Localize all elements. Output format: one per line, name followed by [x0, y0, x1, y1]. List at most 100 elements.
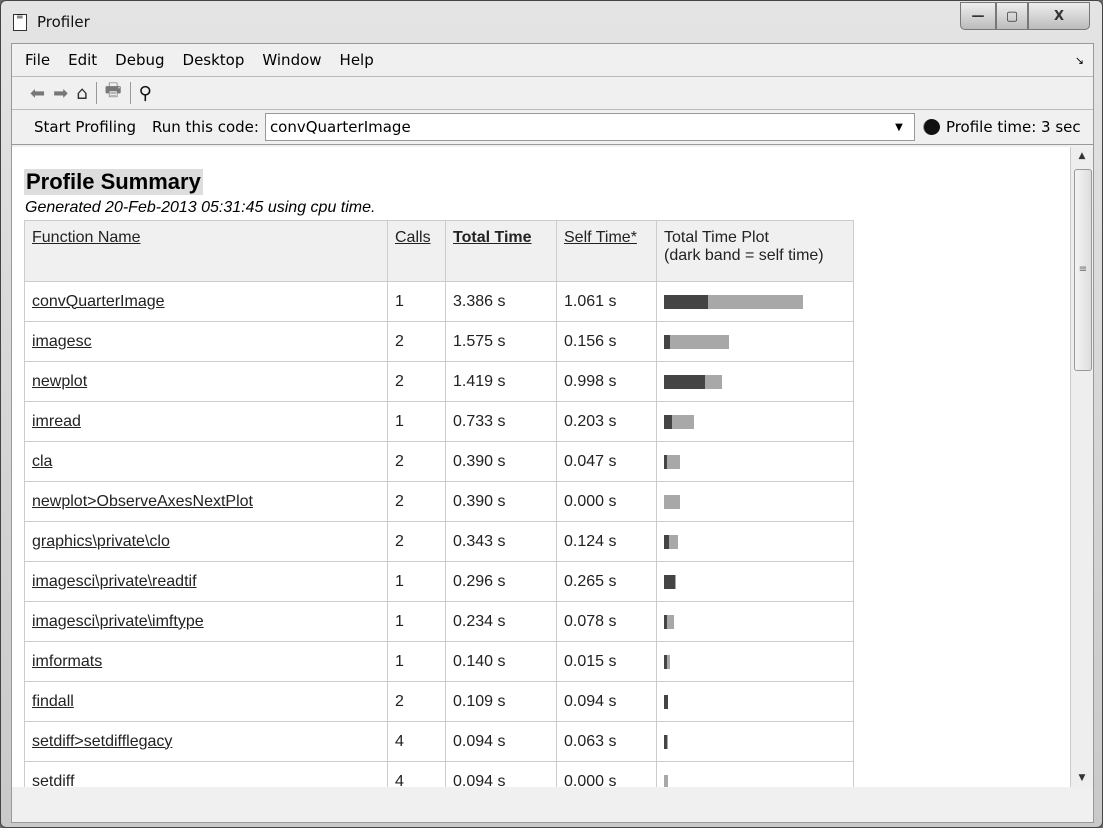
sort-function-name[interactable]: Function Name [32, 229, 141, 246]
self-time-cell: 0.203 s [556, 401, 657, 442]
maximize-button[interactable]: ▢ [996, 2, 1028, 30]
sort-total-time[interactable]: Total Time [453, 229, 532, 246]
table-row: imformats 1 0.140 s 0.015 s [24, 641, 854, 682]
sort-self-time[interactable]: Self Time* [564, 229, 637, 246]
function-link[interactable]: cla [32, 453, 52, 470]
time-bar [664, 774, 846, 787]
time-bar [664, 614, 846, 629]
self-time-cell: 0.000 s [556, 761, 657, 787]
toolbar: ⬅ ➡ ⌂ 🖶 ⚲ [12, 77, 1093, 110]
vertical-scrollbar[interactable]: ▲ ≡ ▼ [1070, 147, 1093, 787]
run-code-input[interactable] [264, 113, 915, 141]
total-time-bar [664, 494, 680, 509]
table-row: setdiff 4 0.094 s 0.000 s [24, 761, 854, 788]
self-time-cell: 0.094 s [556, 681, 657, 722]
menu-edit[interactable]: Edit [59, 51, 106, 69]
calls-cell: 1 [387, 641, 446, 682]
total-time-cell: 0.390 s [445, 441, 557, 482]
undock-icon[interactable]: ↘ [1066, 54, 1093, 67]
menu-help[interactable]: Help [331, 51, 383, 69]
document-icon: ≡ [13, 12, 27, 31]
menu-bar: File Edit Debug Desktop Window Help ↘ [12, 44, 1093, 77]
function-link[interactable]: imread [32, 413, 81, 430]
plot-header: Total Time Plot [664, 229, 769, 246]
function-link[interactable]: newplot>ObserveAxesNextPlot [32, 493, 253, 510]
self-time-cell: 0.047 s [556, 441, 657, 482]
plot-note: (dark band = self time) [664, 247, 824, 264]
time-bar [664, 334, 846, 349]
total-time-cell: 1.575 s [445, 321, 557, 362]
profile-table: Function Name Calls Total Time Self Time… [24, 220, 854, 787]
time-bar [664, 534, 846, 549]
menu-window[interactable]: Window [253, 51, 330, 69]
function-link[interactable]: setdiff [32, 773, 74, 788]
scroll-thumb[interactable]: ≡ [1074, 169, 1092, 371]
total-time-cell: 0.296 s [445, 561, 557, 602]
title-bar: ≡ Profiler [13, 9, 90, 35]
status-bar [12, 787, 1093, 822]
print-icon[interactable]: 🖶 [105, 78, 122, 108]
minimize-button[interactable]: — [960, 2, 996, 30]
table-row: newplot>ObserveAxesNextPlot 2 0.390 s 0.… [24, 481, 854, 522]
calls-cell: 4 [387, 761, 446, 787]
close-button[interactable]: X [1028, 2, 1090, 30]
calls-cell: 2 [387, 361, 446, 402]
total-time-cell: 0.109 s [445, 681, 557, 722]
calls-cell: 2 [387, 681, 446, 722]
sort-calls[interactable]: Calls [395, 229, 431, 246]
run-code-label: Run this code: [152, 118, 259, 136]
table-row: setdiff>setdifflegacy 4 0.094 s 0.063 s [24, 721, 854, 762]
find-icon[interactable]: ⚲ [139, 83, 152, 104]
calls-cell: 2 [387, 481, 446, 522]
table-row: imagesc 2 1.575 s 0.156 s [24, 321, 854, 362]
function-link[interactable]: graphics\private\clo [32, 533, 170, 550]
total-time-cell: 0.094 s [445, 761, 557, 787]
home-icon[interactable]: ⌂ [76, 83, 87, 104]
run-bar: Start Profiling Run this code: ▼ Profile… [12, 110, 1093, 145]
table-row: imagesci\private\readtif 1 0.296 s 0.265… [24, 561, 854, 602]
function-link[interactable]: newplot [32, 373, 87, 390]
menu-desktop[interactable]: Desktop [174, 51, 254, 69]
start-profiling-button[interactable]: Start Profiling [34, 118, 136, 136]
total-time-bar [664, 774, 668, 787]
profiler-window: ≡ Profiler — ▢ X File Edit Debug Desktop… [0, 0, 1103, 828]
self-time-bar [664, 534, 670, 549]
time-bar [664, 374, 846, 389]
calls-cell: 4 [387, 721, 446, 762]
menu-file[interactable]: File [16, 51, 59, 69]
total-time-cell: 0.390 s [445, 481, 557, 522]
scroll-up-icon[interactable]: ▲ [1071, 151, 1093, 161]
total-time-cell: 0.343 s [445, 521, 557, 562]
calls-cell: 2 [387, 441, 446, 482]
window-title: Profiler [37, 13, 90, 31]
self-time-bar [664, 654, 667, 669]
self-time-cell: 0.998 s [556, 361, 657, 402]
self-time-bar [664, 414, 673, 429]
calls-cell: 1 [387, 401, 446, 442]
calls-cell: 1 [387, 281, 446, 322]
time-bar [664, 654, 846, 669]
scroll-down-icon[interactable]: ▼ [1071, 773, 1093, 783]
forward-icon[interactable]: ➡ [53, 83, 68, 104]
menu-debug[interactable]: Debug [106, 51, 173, 69]
time-bar [664, 294, 846, 309]
function-link[interactable]: imagesci\private\readtif [32, 573, 197, 590]
total-time-cell: 0.140 s [445, 641, 557, 682]
back-icon[interactable]: ⬅ [30, 83, 45, 104]
function-link[interactable]: imformats [32, 653, 102, 670]
function-link[interactable]: convQuarterImage [32, 293, 165, 310]
function-link[interactable]: imagesci\private\imftype [32, 613, 204, 630]
self-time-bar [664, 574, 675, 589]
total-time-bar [664, 334, 729, 349]
calls-cell: 2 [387, 321, 446, 362]
self-time-bar [664, 614, 668, 629]
profile-time: Profile time: 3 sec [945, 118, 1081, 136]
chevron-down-icon[interactable]: ▼ [889, 122, 909, 133]
function-link[interactable]: findall [32, 693, 74, 710]
table-row: newplot 2 1.419 s 0.998 s [24, 361, 854, 402]
time-bar [664, 414, 846, 429]
table-row: cla 2 0.390 s 0.047 s [24, 441, 854, 482]
generated-text: Generated 20-Feb-2013 05:31:45 using cpu… [25, 199, 376, 216]
function-link[interactable]: imagesc [32, 333, 92, 350]
function-link[interactable]: setdiff>setdifflegacy [32, 733, 172, 750]
